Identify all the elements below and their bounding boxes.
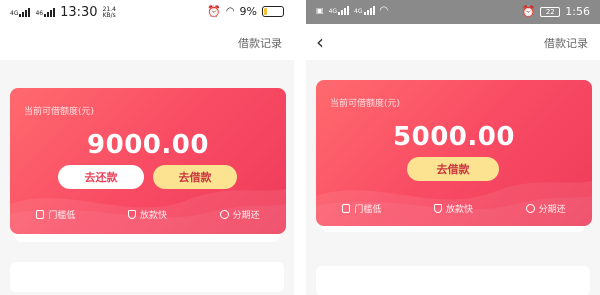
shield-icon	[433, 204, 442, 213]
loan-records-link[interactable]: 借款记录	[544, 35, 588, 51]
signal2-type: 4G	[354, 8, 363, 15]
feature-low-threshold: 门槛低	[36, 208, 75, 221]
signal-type: 4G	[10, 10, 19, 17]
network-speed: 21.4 KB/s	[102, 6, 116, 19]
document-icon	[342, 204, 351, 213]
signal-icon: 4G	[328, 6, 350, 15]
credit-amount: 5000.00	[393, 122, 515, 152]
signal-type: 4G	[328, 8, 338, 15]
signal-icon: 4G	[10, 8, 31, 17]
feature-label: 放款快	[445, 205, 473, 215]
borrow-button[interactable]: 去借款	[153, 165, 237, 189]
alarm-icon: ⏰	[207, 5, 221, 18]
credit-limit-label: 当前可借额度(元)	[330, 99, 401, 109]
screen-right: ▣ 4G 4G ◠ ⏰ 22 1:56 ‹ 借款记录 当前可借额度(元) 500…	[306, 0, 600, 295]
wifi-icon: ◠	[225, 6, 235, 17]
page-header: ‹ 借款记录	[306, 24, 600, 60]
borrow-button[interactable]: 去借款	[407, 157, 499, 181]
feature-label: 门槛低	[48, 211, 76, 221]
battery-icon	[262, 6, 284, 17]
signal2-icon: 4G	[354, 6, 375, 15]
feature-list: 门槛低 放款快 分期还	[316, 202, 592, 215]
signal2-icon: 46	[35, 8, 56, 17]
status-right: ⏰ ◠ 9%	[207, 5, 284, 18]
content-strip	[316, 266, 590, 295]
status-time: 13:30	[60, 5, 98, 20]
sim-icon: ▣	[316, 6, 324, 15]
feature-label: 放款快	[139, 211, 167, 221]
page-header: 借款记录	[0, 24, 294, 60]
feature-fast-payout: 放款快	[127, 208, 167, 221]
status-bar: 4G 46 13:30 21.4 KB/s ⏰ ◠ 9%	[0, 0, 294, 24]
feature-label: 分期还	[232, 211, 260, 221]
divider	[294, 0, 306, 295]
status-left: ▣ 4G 4G ◠	[316, 5, 388, 16]
feature-fast-payout: 放款快	[433, 202, 473, 215]
document-icon	[36, 210, 45, 219]
feature-label: 分期还	[538, 205, 566, 215]
speed-unit: KB/s	[102, 11, 116, 19]
battery-icon: 22	[540, 6, 561, 17]
content-strip	[10, 262, 284, 292]
shield-icon	[127, 210, 136, 219]
repay-button[interactable]: 去还款	[58, 165, 144, 189]
back-icon[interactable]: ‹	[316, 30, 324, 54]
credit-card: 当前可借额度(元) 9000.00 去还款 去借款 门槛低 放款快 分期还	[10, 88, 286, 234]
alarm-icon: ⏰	[521, 5, 536, 18]
credit-card: 当前可借额度(元) 5000.00 去借款 门槛低 放款快 分期还	[316, 80, 592, 226]
status-time: 1:56	[565, 5, 590, 18]
signal2-type: 46	[35, 10, 44, 17]
wifi-icon: ◠	[379, 5, 389, 16]
status-right: ⏰ 22 1:56	[522, 5, 590, 18]
feature-label: 门槛低	[354, 205, 382, 215]
feature-low-threshold: 门槛低	[342, 202, 381, 215]
feature-list: 门槛低 放款快 分期还	[10, 208, 286, 221]
status-left: 4G 46 13:30 21.4 KB/s	[10, 5, 116, 20]
wave-decoration	[10, 189, 286, 234]
loan-records-link[interactable]: 借款记录	[238, 35, 282, 51]
battery-percent: 9%	[239, 5, 257, 18]
feature-installment: 分期还	[525, 202, 566, 215]
clock-icon	[219, 210, 229, 219]
clock-icon	[525, 204, 535, 213]
status-bar: ▣ 4G 4G ◠ ⏰ 22 1:56	[306, 0, 600, 24]
screen-left: 4G 46 13:30 21.4 KB/s ⏰ ◠ 9% 借款记录 当前可借额度…	[0, 0, 294, 295]
feature-installment: 分期还	[219, 208, 260, 221]
credit-amount: 9000.00	[87, 130, 209, 160]
credit-limit-label: 当前可借额度(元)	[24, 107, 95, 117]
